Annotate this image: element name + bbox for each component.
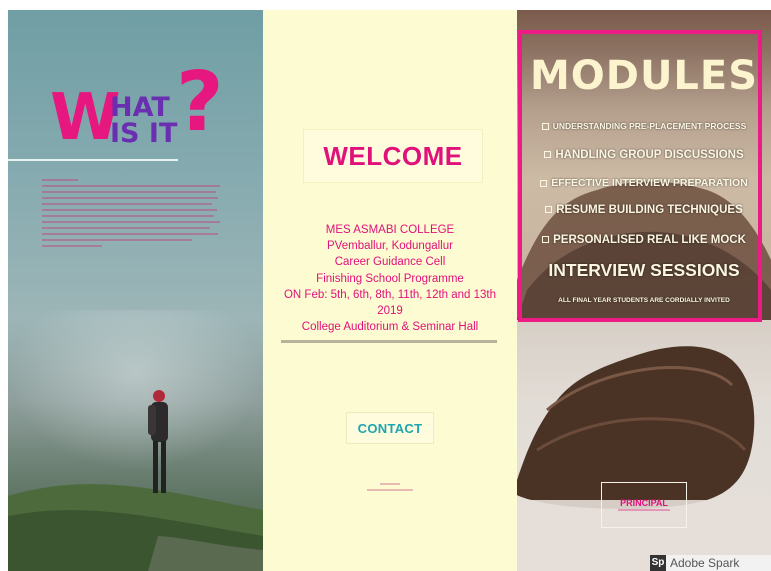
hiker-figure [148, 390, 168, 493]
checkbox-bullet-icon [544, 151, 552, 159]
fog-overlay [8, 310, 263, 470]
left-divider [8, 159, 178, 161]
principal-box: PRINCIPAL [601, 482, 687, 528]
hill-image [8, 484, 263, 571]
title-question-mark: ? [176, 55, 224, 150]
info-cell: Career Guidance Cell [334, 256, 446, 269]
principal-heading: PRINCIPAL [620, 498, 668, 508]
principal-name-placeholder [618, 509, 670, 511]
event-info: MES ASMABI COLLEGE PVemballur, Kodungall… [263, 222, 517, 335]
title-isit-text: IS IT [110, 118, 178, 149]
info-venue: College Auditorium & Seminar Hall [301, 321, 479, 334]
module-item: UNDERSTANDING PRE-PLACEMENT PROCESS [517, 121, 771, 131]
module-item: RESUME BUILDING TECHNIQUES [517, 204, 771, 216]
info-dates: ON Feb: 5th, 6th, 8th, 11th, 12th and 13… [283, 288, 497, 301]
contact-heading: CONTACT [357, 420, 423, 436]
rock-lower-image [517, 346, 771, 571]
welcome-box: WELCOME [303, 129, 483, 183]
info-college: MES ASMABI COLLEGE [325, 224, 455, 236]
checkbox-bullet-icon [545, 206, 553, 214]
contact-details-placeholder [367, 483, 413, 491]
info-programme: Finishing School Programme [316, 272, 464, 285]
left-body-text-placeholder [42, 179, 220, 247]
module-item: HANDLING GROUP DISCUSSIONS [517, 149, 771, 161]
adobe-spark-watermark: Sp Adobe Spark [650, 555, 771, 571]
welcome-heading: WELCOME [323, 140, 463, 171]
right-panel: MODULES UNDERSTANDING PRE-PLACEMENT PROC… [517, 10, 771, 571]
module-item: EFFECTIVE INTERVIEW PREPARATION [517, 177, 771, 189]
checkbox-bullet-icon [541, 123, 549, 131]
left-panel: W HAT IS IT ? [8, 10, 263, 571]
info-location: PVemballur, Kodungallur [327, 240, 453, 253]
middle-divider [281, 340, 497, 343]
invitation-note: ALL FINAL YEAR STUDENTS ARE CORDIALLY IN… [558, 297, 730, 304]
contact-box[interactable]: CONTACT [346, 412, 434, 444]
modules-heading: MODULES [529, 53, 759, 99]
info-year: 2019 [377, 305, 403, 318]
module-item: PERSONALISED REAL LIKE MOCK [517, 234, 771, 246]
middle-panel: WELCOME MES ASMABI COLLEGE PVemballur, K… [263, 10, 517, 571]
module-item-continuation: INTERVIEW SESSIONS [548, 260, 740, 280]
watermark-text: Adobe Spark [670, 556, 740, 570]
adobe-spark-logo-icon: Sp [650, 555, 666, 571]
checkbox-bullet-icon [542, 236, 550, 244]
checkbox-bullet-icon [540, 179, 548, 187]
